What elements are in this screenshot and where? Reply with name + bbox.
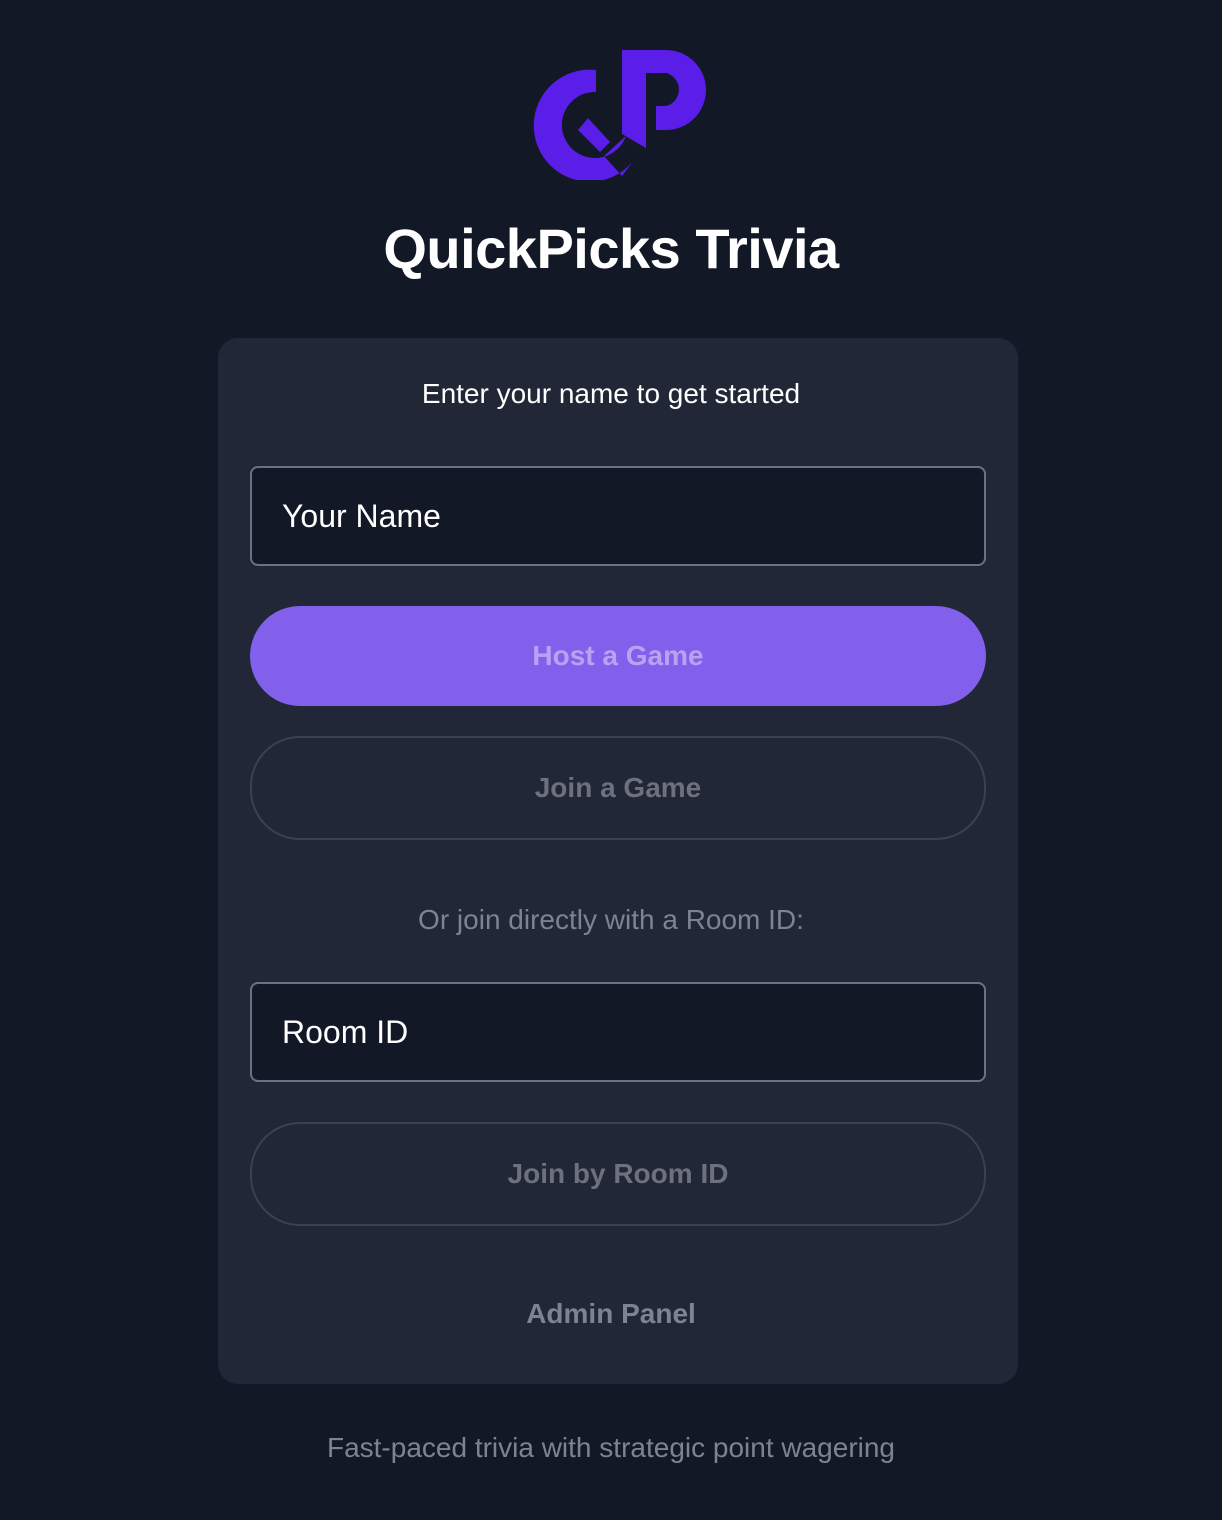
join-by-room-id-button[interactable]: Join by Room ID — [250, 1122, 986, 1226]
footer-tagline: Fast-paced trivia with strategic point w… — [326, 1432, 896, 1463]
admin-panel-row: Admin Panel — [0, 1296, 1222, 1332]
room-id-hint: Or join directly with a Room ID: — [418, 904, 804, 935]
card-subtitle: Enter your name to get started — [421, 378, 801, 409]
qp-logo-icon — [533, 50, 706, 180]
app-title: QuickPicks Trivia — [383, 217, 839, 280]
name-input[interactable] — [250, 466, 986, 566]
landing-page: QuickPicks Trivia Enter your name to get… — [0, 0, 1222, 1520]
admin-panel-link[interactable]: Admin Panel — [526, 1298, 696, 1329]
room-id-input[interactable] — [250, 982, 986, 1082]
join-game-button[interactable]: Join a Game — [250, 736, 986, 840]
host-game-button[interactable]: Host a Game — [250, 606, 986, 706]
